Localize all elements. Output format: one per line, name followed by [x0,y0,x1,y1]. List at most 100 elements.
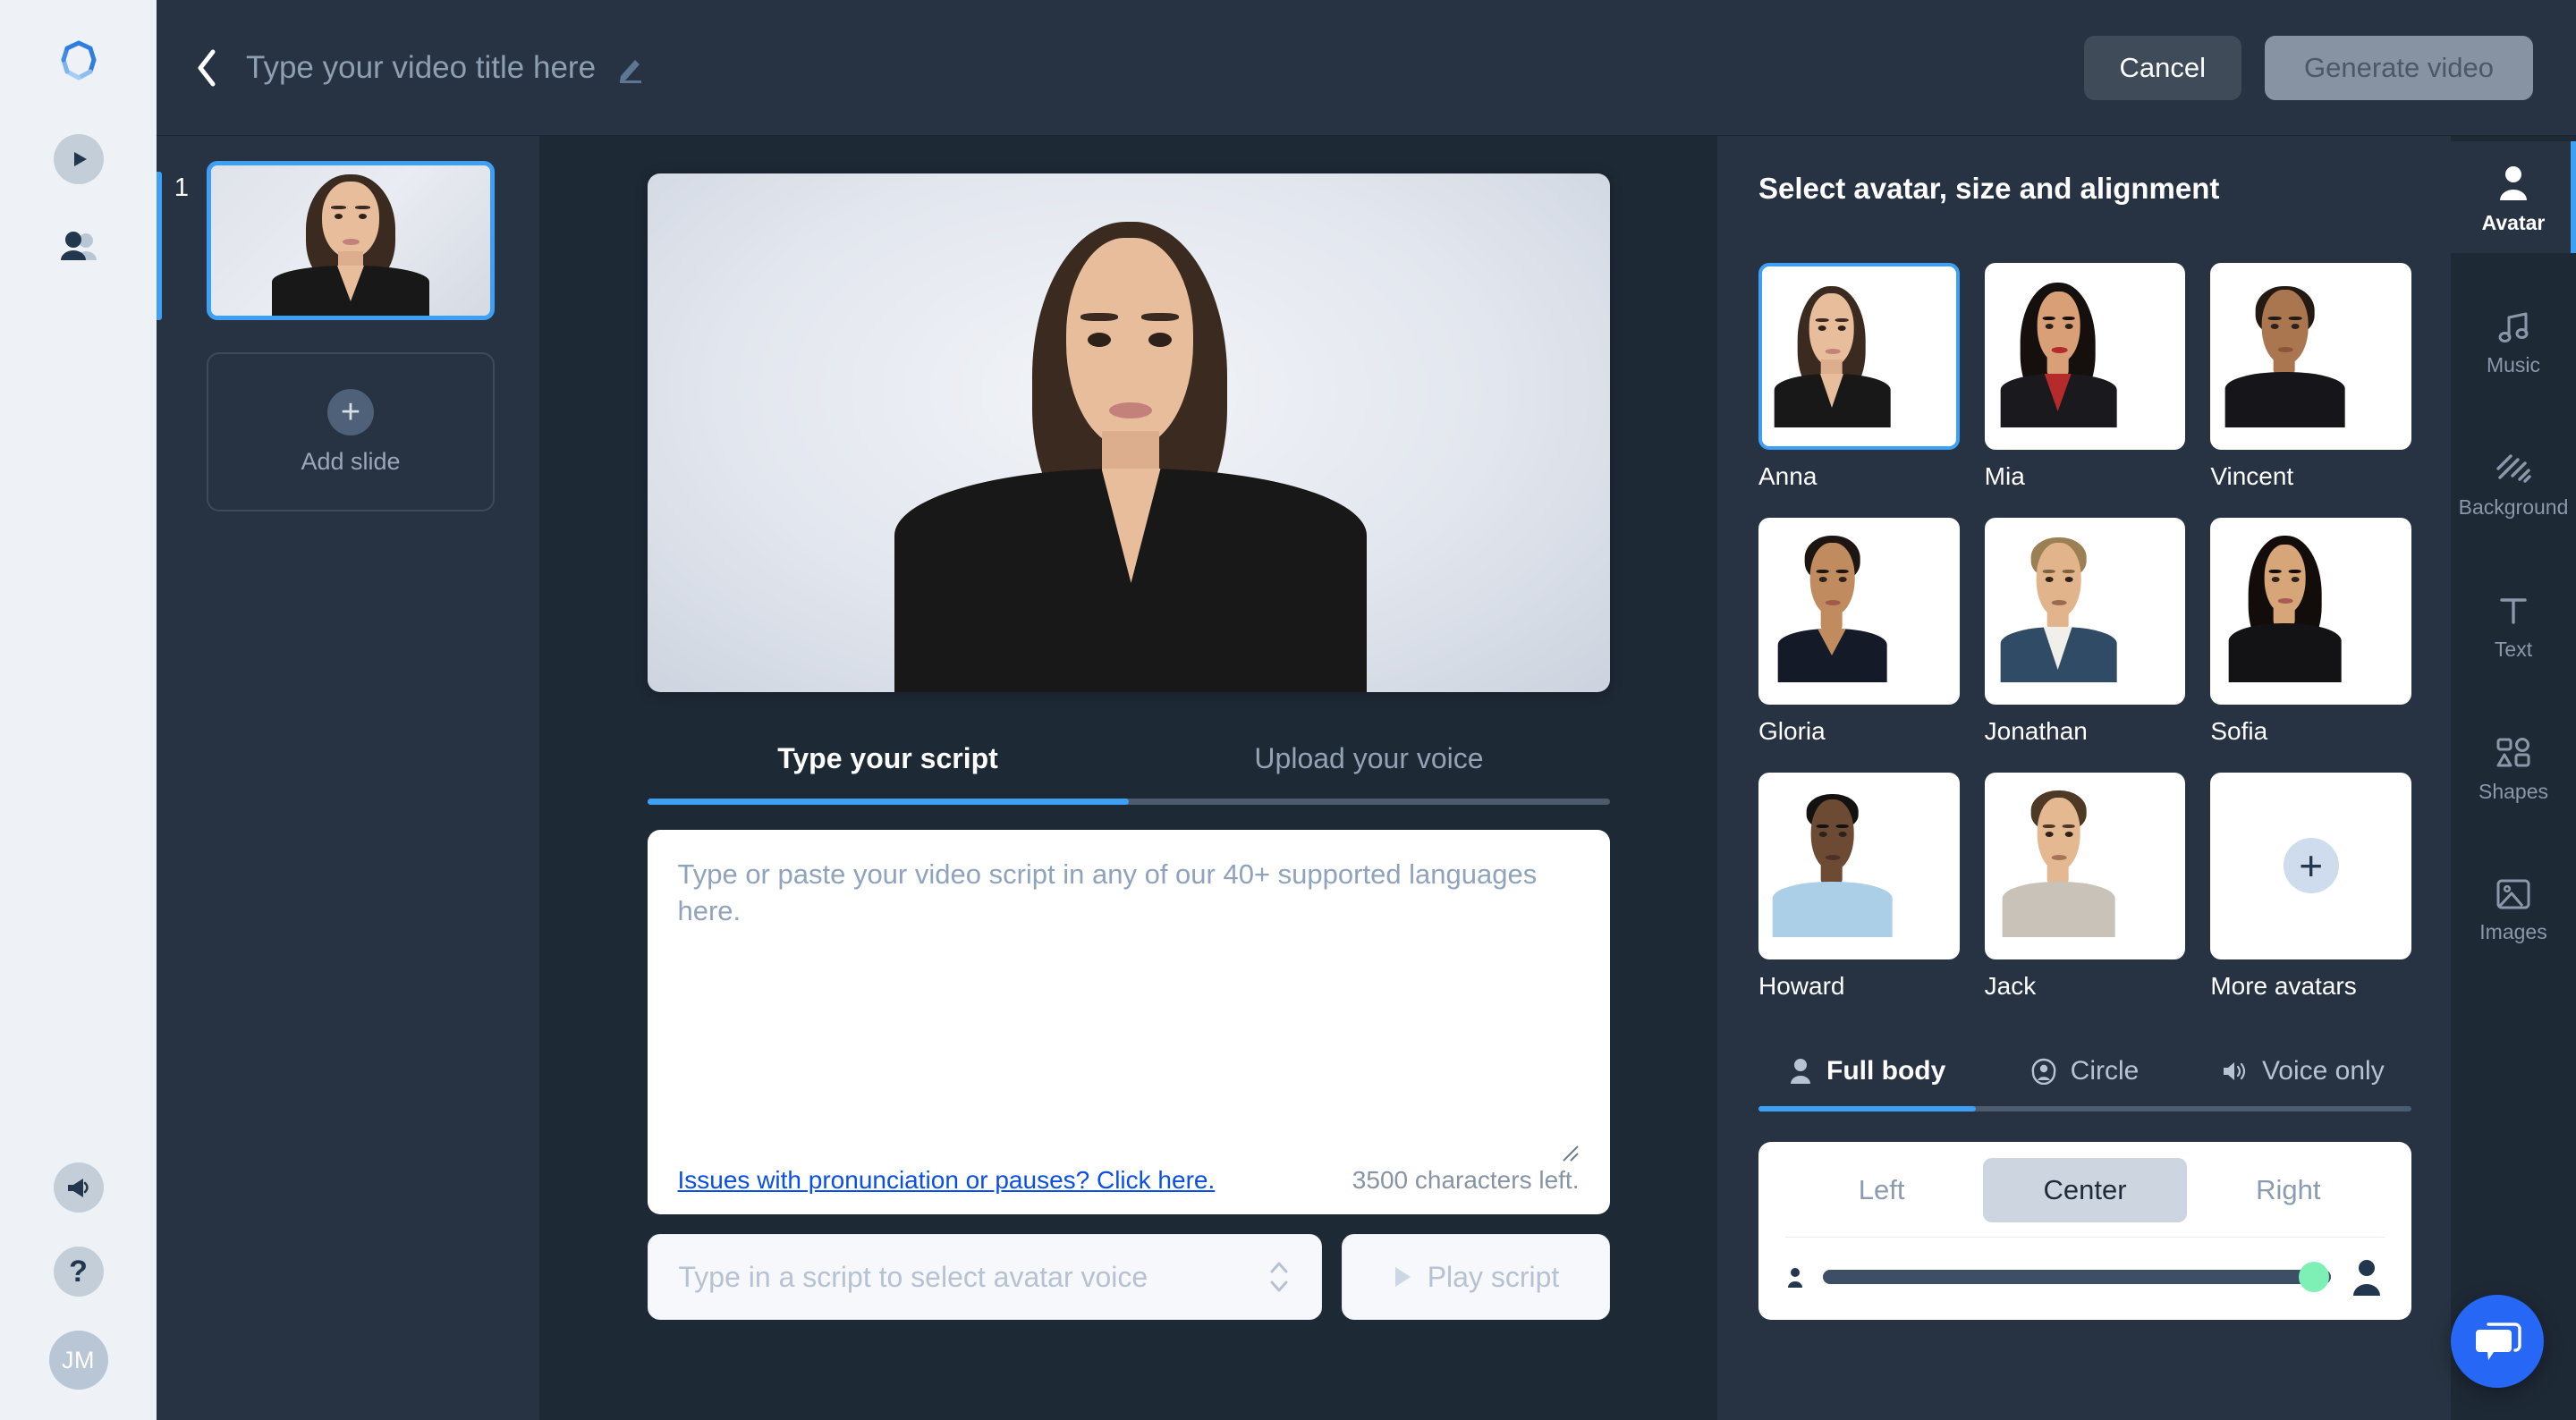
avatar-name: More avatars [2210,971,2357,1000]
video-stage[interactable] [647,173,1610,692]
avatar-name: Jonathan [1984,716,2088,745]
tool-avatar[interactable]: Avatar [2451,141,2576,253]
rail-bottom-items: ? JM [0,1162,157,1390]
slide-selection-indicator [157,172,162,320]
tool-rail: Avatar Music Background Text Shapes Imag… [2451,136,2576,1420]
tool-images[interactable]: Images [2451,854,2576,962]
avatar-thumbnail [1758,263,1960,450]
back-button[interactable] [182,43,232,93]
plus-icon: + [327,388,374,435]
tool-label: Avatar [2481,211,2546,234]
avatar-thumbnail [2210,517,2411,705]
avatar-grid: Anna Mia Vincent Gloria Jonathan Sofia H… [1758,263,2411,1001]
panel-title: Select avatar, size and alignment [1758,172,2220,205]
generate-video-button[interactable]: Generate video [2265,35,2533,100]
video-editor-app: ? JM Type your video title here Cancel G… [0,0,2576,1420]
tool-label: Images [2479,920,2547,943]
avatar-option-mia[interactable]: Mia [1984,263,2186,491]
small-person-icon [1785,1265,1805,1289]
avatar-option-jonathan[interactable]: Jonathan [1984,517,2186,746]
canvas-column: Type your script Upload your voice Type … [539,136,1717,1420]
tab-upload-your-voice[interactable]: Upload your voice [1129,730,1610,799]
slide-list-item[interactable]: 1 [157,161,539,320]
avatar-name: Howard [1758,971,1845,1000]
script-input[interactable]: Type or paste your video script in any o… [678,857,1580,1141]
person-icon [1789,1058,1812,1085]
avatar-option-sofia[interactable]: Sofia [2210,517,2411,746]
tab-circle[interactable]: Circle [1976,1056,2193,1106]
play-script-label: Play script [1427,1260,1560,1293]
avatar-thumbnail [1758,772,1960,959]
cancel-button[interactable]: Cancel [2083,35,2242,100]
mode-tab-underline [1758,1105,2411,1111]
avatar-name: Jack [1984,971,2037,1000]
slides-panel: 1 + Add slide [157,136,539,1420]
sidebar-item-avatars[interactable] [54,222,104,272]
chevron-left-icon [198,49,216,86]
avatar-option-vincent[interactable]: Vincent [2210,263,2411,491]
align-left-button[interactable]: Left [1780,1158,1983,1222]
script-card: Type or paste your video script in any o… [647,830,1610,1214]
tool-label: Background [2458,495,2569,519]
person-icon [2500,166,2527,200]
avatar-name: Anna [1758,461,1818,490]
avatar-option-more-avatars[interactable]: + More avatars [2210,772,2411,1001]
slide-number: 1 [174,173,190,202]
alignment-card: Left Center Right [1758,1141,2411,1320]
video-title-group[interactable]: Type your video title here [246,50,646,86]
avatar-size-slider[interactable] [1823,1261,2331,1292]
tab-label: Full body [1826,1055,1946,1086]
music-note-icon [2498,312,2529,342]
tool-text[interactable]: Text [2451,570,2576,680]
add-slide-label: Add slide [301,447,401,475]
sidebar-item-videos[interactable] [53,134,104,184]
avatar-option-gloria[interactable]: Gloria [1758,517,1960,746]
tool-shapes[interactable]: Shapes [2451,712,2576,822]
resize-grip-icon[interactable] [1558,1141,1580,1162]
topbar: Type your video title here Cancel Genera… [157,0,2576,136]
slide-thumbnail[interactable] [207,161,495,320]
tool-label: Text [2494,638,2533,661]
avatar-name: Vincent [2210,461,2294,490]
speaker-icon [2221,1060,2248,1083]
app-logo[interactable] [51,36,106,91]
tab-full-body[interactable]: Full body [1758,1056,1976,1106]
voice-select-placeholder: Type in a script to select avatar voice [678,1260,1148,1293]
avatar-voice-select[interactable]: Type in a script to select avatar voice [647,1234,1322,1320]
avatar-option-howard[interactable]: Howard [1758,772,1960,1001]
tool-background[interactable]: Background [2451,427,2576,537]
avatar-name: Sofia [2210,716,2268,745]
help-button[interactable]: ? [53,1247,104,1297]
avatar-thumbnail [2210,263,2411,450]
add-slide-button[interactable]: + Add slide [207,352,495,511]
left-nav-rail: ? JM [0,0,157,1420]
chat-widget-button[interactable] [2451,1295,2544,1388]
circle-person-icon [2031,1058,2056,1085]
tab-label: Voice only [2261,1055,2385,1086]
announcements-button[interactable] [53,1162,104,1213]
character-count: 3500 characters left. [1352,1166,1580,1194]
display-mode-tabs: Full body Circle Voice only [1758,1056,2411,1106]
avatar-thumbnail [1984,517,2186,705]
user-avatar[interactable]: JM [48,1331,108,1390]
avatar-option-anna[interactable]: Anna [1758,263,1960,491]
tab-voice-only[interactable]: Voice only [2194,1056,2411,1106]
align-right-button[interactable]: Right [2187,1158,2390,1222]
script-tab-active-indicator [647,799,1129,805]
play-script-button[interactable]: Play script [1341,1234,1610,1320]
play-triangle-icon [1394,1267,1411,1287]
pencil-icon[interactable] [615,53,646,83]
pronunciation-help-link[interactable]: Issues with pronunciation or pauses? Cli… [678,1166,1216,1195]
body-row: 1 + Add slide Type your script Upload yo… [157,136,2576,1420]
avatar-thumbnail [1984,772,2186,959]
tab-type-your-script[interactable]: Type your script [648,730,1129,799]
align-center-button[interactable]: Center [1983,1157,2187,1222]
tool-music[interactable]: Music [2451,285,2576,395]
up-down-chevron-icon [1267,1254,1291,1300]
large-person-icon [2349,1257,2385,1297]
image-icon [2496,879,2530,909]
avatar-settings-panel: Select avatar, size and alignment Anna M… [1717,136,2451,1420]
slider-handle[interactable] [2299,1261,2329,1292]
avatar-option-jack[interactable]: Jack [1984,772,2186,1001]
plus-icon: + [2283,838,2339,894]
